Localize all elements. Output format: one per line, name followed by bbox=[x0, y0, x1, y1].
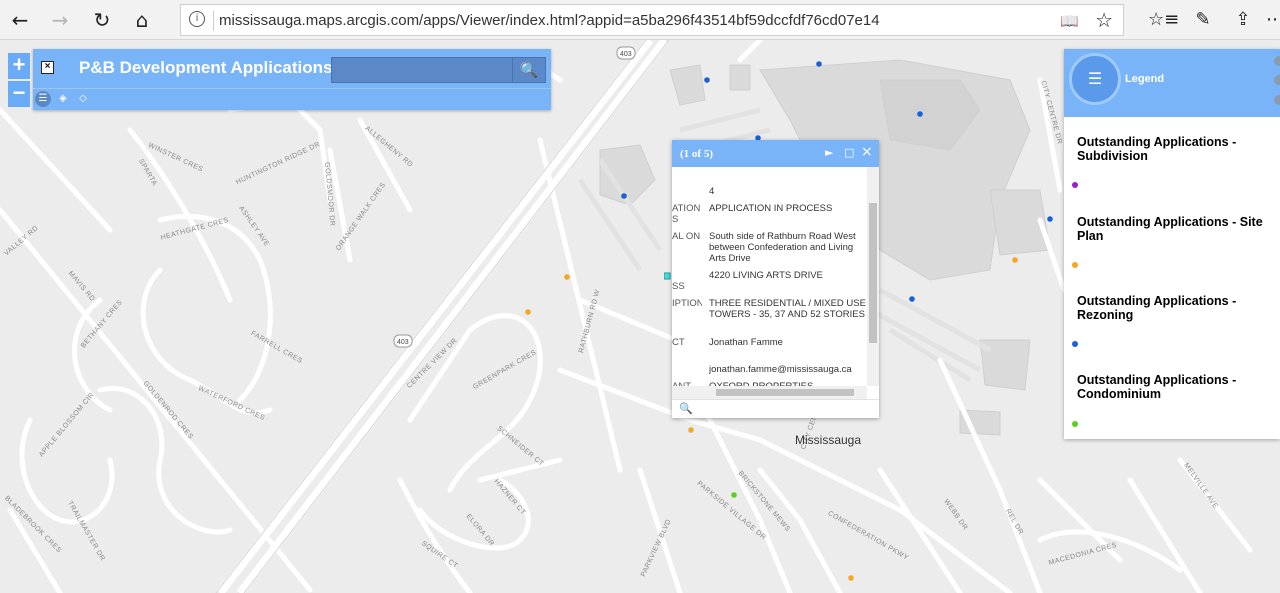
legend-item: Outstanding Applications - Subdivision bbox=[1077, 135, 1277, 163]
popup-body[interactable]: 4 ATION S APPLICATION IN PROCESS AL ON S… bbox=[672, 167, 867, 399]
search-icon[interactable]: 🔍 bbox=[512, 58, 545, 82]
horizontal-scrollbar[interactable] bbox=[672, 386, 867, 399]
search-input[interactable]: 🔍 bbox=[331, 57, 546, 83]
app-title: P&B Development Applications bbox=[79, 58, 333, 77]
address-divider bbox=[213, 11, 214, 31]
notes-pen-icon[interactable]: ✎ bbox=[1190, 7, 1216, 33]
app-title-panel: × P&B Development Applications 🔍 ☰ ◈ ◇ bbox=[33, 49, 551, 110]
city-label: Mississauga bbox=[795, 433, 862, 447]
legend-panel: ☰ Legend Outstanding Applications - Subd… bbox=[1064, 49, 1280, 439]
address-bar[interactable]: i mississauga.maps.arcgis.com/apps/Viewe… bbox=[180, 4, 1124, 36]
highway-shield-label: 403 bbox=[620, 51, 632, 58]
share-icon[interactable]: ⇪ bbox=[1230, 7, 1256, 33]
subdivision-symbol bbox=[1072, 182, 1078, 188]
browser-toolbar: ← → ↻ ⌂ i mississauga.maps.arcgis.com/ap… bbox=[0, 0, 1280, 40]
field-label: IPTION bbox=[672, 298, 702, 309]
popup-header: (1 of 5) ► □ × bbox=[672, 140, 879, 167]
legend-item-title: Outstanding Applications - Site Plan bbox=[1077, 215, 1263, 243]
zoom-to-icon[interactable]: 🔍 bbox=[679, 402, 693, 415]
close-icon[interactable]: × bbox=[861, 145, 873, 159]
panel-toolbar: ☰ ◈ ◇ bbox=[33, 88, 551, 110]
field-value: APPLICATION IN PROCESS bbox=[709, 203, 833, 214]
field-label: SS bbox=[672, 281, 685, 292]
next-feature-icon[interactable]: ► bbox=[825, 147, 833, 159]
close-panel-icon[interactable]: × bbox=[41, 61, 54, 74]
zoom-controls: + − bbox=[8, 53, 30, 109]
scrollbar-thumb[interactable] bbox=[716, 389, 854, 396]
condominium-symbol bbox=[1072, 421, 1078, 427]
zoom-in-button[interactable]: + bbox=[8, 53, 30, 79]
refresh-icon[interactable]: ↻ bbox=[88, 6, 116, 34]
field-label: CT bbox=[672, 337, 685, 348]
legend-list-icon[interactable]: ☰ bbox=[35, 91, 51, 107]
legend-item: Outstanding Applications - Site Plan bbox=[1077, 215, 1277, 243]
rezoning-symbol bbox=[1072, 341, 1078, 347]
forward-arrow-icon[interactable]: → bbox=[46, 6, 74, 34]
legend-title: Legend bbox=[1125, 73, 1165, 85]
legend-item-title: Outstanding Applications - Rezoning bbox=[1077, 294, 1237, 322]
panel-side-button[interactable] bbox=[1274, 75, 1280, 85]
scrollbar-thumb[interactable] bbox=[869, 203, 877, 343]
basemap-icon[interactable]: ◇ bbox=[75, 91, 91, 107]
favorites-list-icon[interactable]: ☆≡ bbox=[1148, 7, 1179, 33]
home-icon[interactable]: ⌂ bbox=[128, 6, 156, 34]
info-icon[interactable]: i bbox=[189, 11, 205, 27]
field-value: South side of Rathburn Road West between… bbox=[709, 231, 856, 264]
more-icon[interactable]: ⋯ bbox=[1262, 7, 1280, 33]
field-value: Jonathan Famme bbox=[709, 337, 783, 348]
layers-icon[interactable]: ◈ bbox=[55, 91, 71, 107]
email-link[interactable]: jonathan.famme@mississauga.ca bbox=[709, 364, 866, 375]
popup-count: (1 of 5) bbox=[680, 148, 713, 160]
zoom-out-button[interactable]: − bbox=[8, 81, 30, 107]
legend-list-icon[interactable]: ☰ bbox=[1069, 53, 1121, 105]
url-text[interactable]: mississauga.maps.arcgis.com/apps/Viewer/… bbox=[219, 12, 880, 29]
field-label: ATION S bbox=[672, 203, 701, 225]
legend-item: Outstanding Applications - Rezoning bbox=[1077, 294, 1277, 322]
legend-header: ☰ Legend bbox=[1064, 49, 1280, 117]
vertical-scrollbar[interactable] bbox=[867, 167, 879, 386]
panel-side-button[interactable] bbox=[1274, 56, 1280, 66]
field-value: 4220 LIVING ARTS DRIVE bbox=[709, 270, 823, 281]
panel-side-button[interactable] bbox=[1274, 95, 1280, 105]
field-value: THREE RESIDENTIAL / MIXED USE TOWERS - 3… bbox=[709, 298, 866, 320]
highway-shield-label: 403 bbox=[397, 339, 409, 346]
field-value: 4 bbox=[709, 186, 715, 197]
maximize-icon[interactable]: □ bbox=[844, 147, 854, 159]
feature-popup: (1 of 5) ► □ × 4 ATION S APPLICATION IN … bbox=[672, 140, 879, 418]
field-label: AL ON bbox=[672, 231, 701, 242]
site-plan-symbol bbox=[1072, 262, 1078, 268]
popup-footer: 🔍 bbox=[672, 399, 879, 418]
legend-item: Outstanding Applications - Condominium bbox=[1077, 373, 1277, 401]
favorite-star-icon[interactable]: ☆ bbox=[1095, 8, 1113, 32]
back-arrow-icon[interactable]: ← bbox=[6, 6, 34, 34]
legend-item-title: Outstanding Applications - Condominium bbox=[1077, 373, 1237, 401]
legend-item-title: Outstanding Applications - Subdivision bbox=[1077, 135, 1237, 163]
reading-view-icon[interactable]: 📖 bbox=[1060, 12, 1079, 30]
